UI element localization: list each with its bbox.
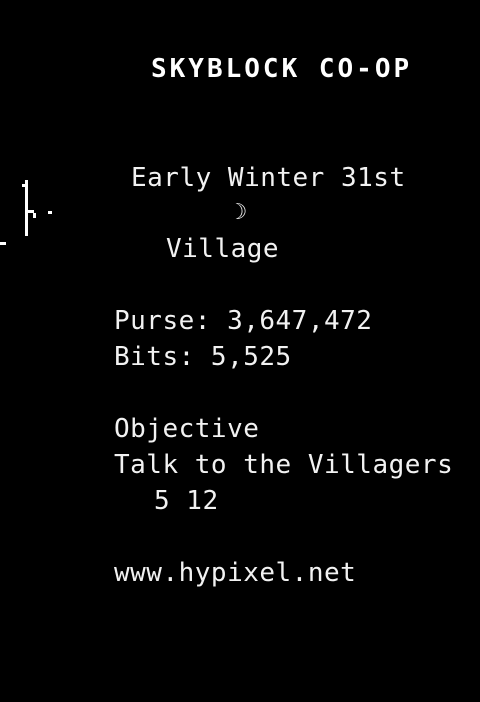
location-line: Village [166, 234, 280, 264]
bits-line: Bits: 5,525 [114, 342, 292, 372]
objective-label: Objective [114, 414, 260, 444]
moon-icon: ☽ [234, 200, 248, 225]
purse-line: Purse: 3,647,472 [114, 306, 373, 336]
scoreboard-title: SKYBLOCK CO-OP [151, 54, 413, 84]
objective-text: Talk to the Villagers [114, 450, 454, 480]
date-line: Early Winter 31st [131, 163, 406, 193]
website-line: www.hypixel.net [114, 558, 357, 588]
objective-progress: 5 12 [154, 486, 219, 516]
